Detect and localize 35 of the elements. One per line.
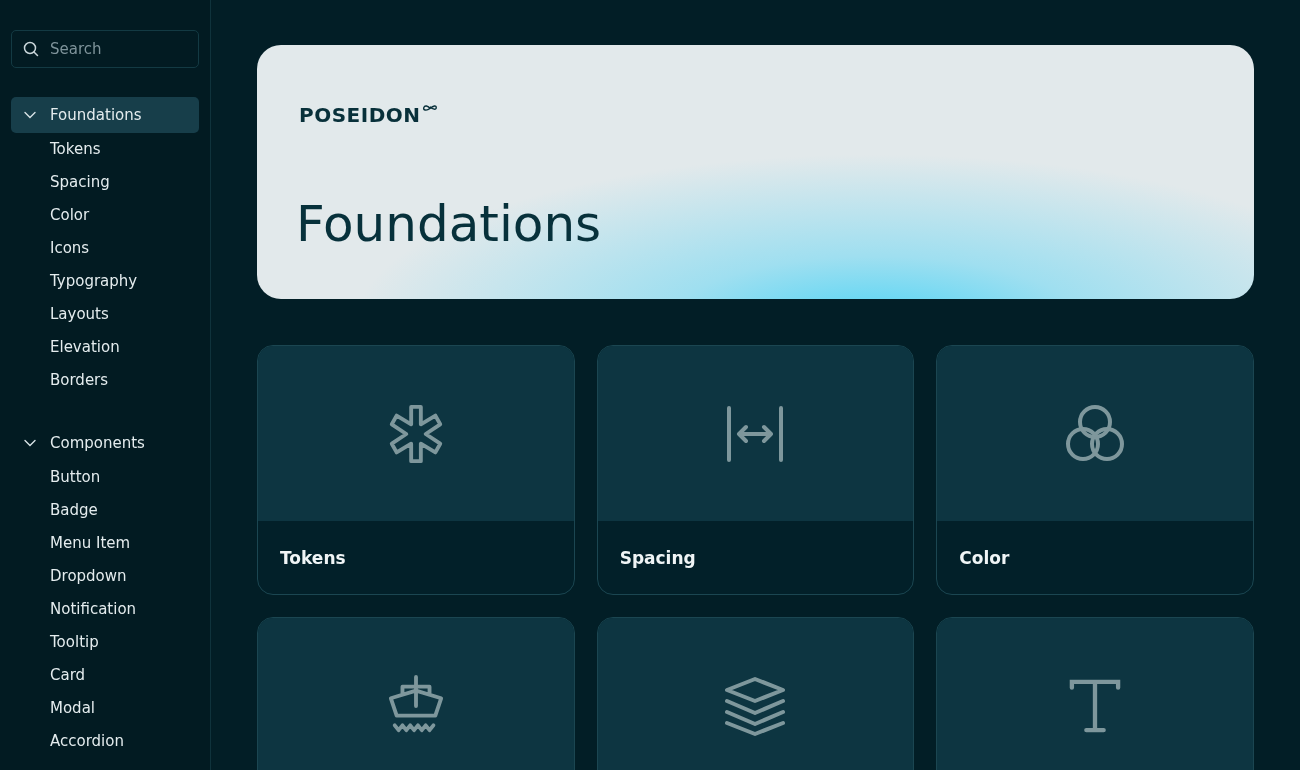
nav-item[interactable]: Card: [11, 659, 199, 692]
chevron-icon: [24, 111, 36, 119]
infinity-icon: [421, 104, 438, 113]
nav-item[interactable]: Modal: [11, 692, 199, 725]
text-icon: [1069, 678, 1122, 733]
chevron-icon: [24, 439, 36, 447]
nav-item[interactable]: Borders: [11, 364, 199, 397]
category-card[interactable]: Tokens: [257, 345, 575, 595]
nav-section-header[interactable]: Components: [11, 425, 199, 461]
search-field[interactable]: Search: [11, 30, 199, 68]
nav-item[interactable]: Button: [11, 461, 199, 494]
nav-section-header[interactable]: Foundations: [11, 97, 199, 133]
nav-item[interactable]: Elevation: [11, 331, 199, 364]
nav-item[interactable]: Tooltip: [11, 626, 199, 659]
category-card[interactable]: Spacing: [596, 345, 915, 595]
nav-item[interactable]: Notification: [11, 593, 199, 626]
nav-item[interactable]: Accordion: [11, 725, 199, 758]
brand-logo: POSEIDON: [299, 103, 421, 127]
nav-item[interactable]: Menu Item: [11, 527, 199, 560]
nav-item[interactable]: Typography: [11, 265, 199, 298]
nav-item[interactable]: Badge: [11, 494, 199, 527]
card-title: Spacing: [619, 547, 696, 568]
nav-item[interactable]: Tokens: [11, 133, 199, 166]
search-icon: [23, 41, 39, 57]
nav-item[interactable]: Color: [11, 199, 199, 232]
spacing-icon: [726, 404, 785, 463]
card-title: Tokens: [280, 547, 346, 568]
card-title: Color: [959, 547, 1010, 568]
nav-item[interactable]: Layouts: [11, 298, 199, 331]
nav-item[interactable]: Spacing: [11, 166, 199, 199]
layers-icon: [723, 675, 788, 736]
nav-item[interactable]: Icons: [11, 232, 199, 265]
category-card[interactable]: Color: [936, 345, 1254, 595]
page-title: Foundations: [296, 195, 603, 253]
nav-item[interactable]: Dropdown: [11, 560, 199, 593]
